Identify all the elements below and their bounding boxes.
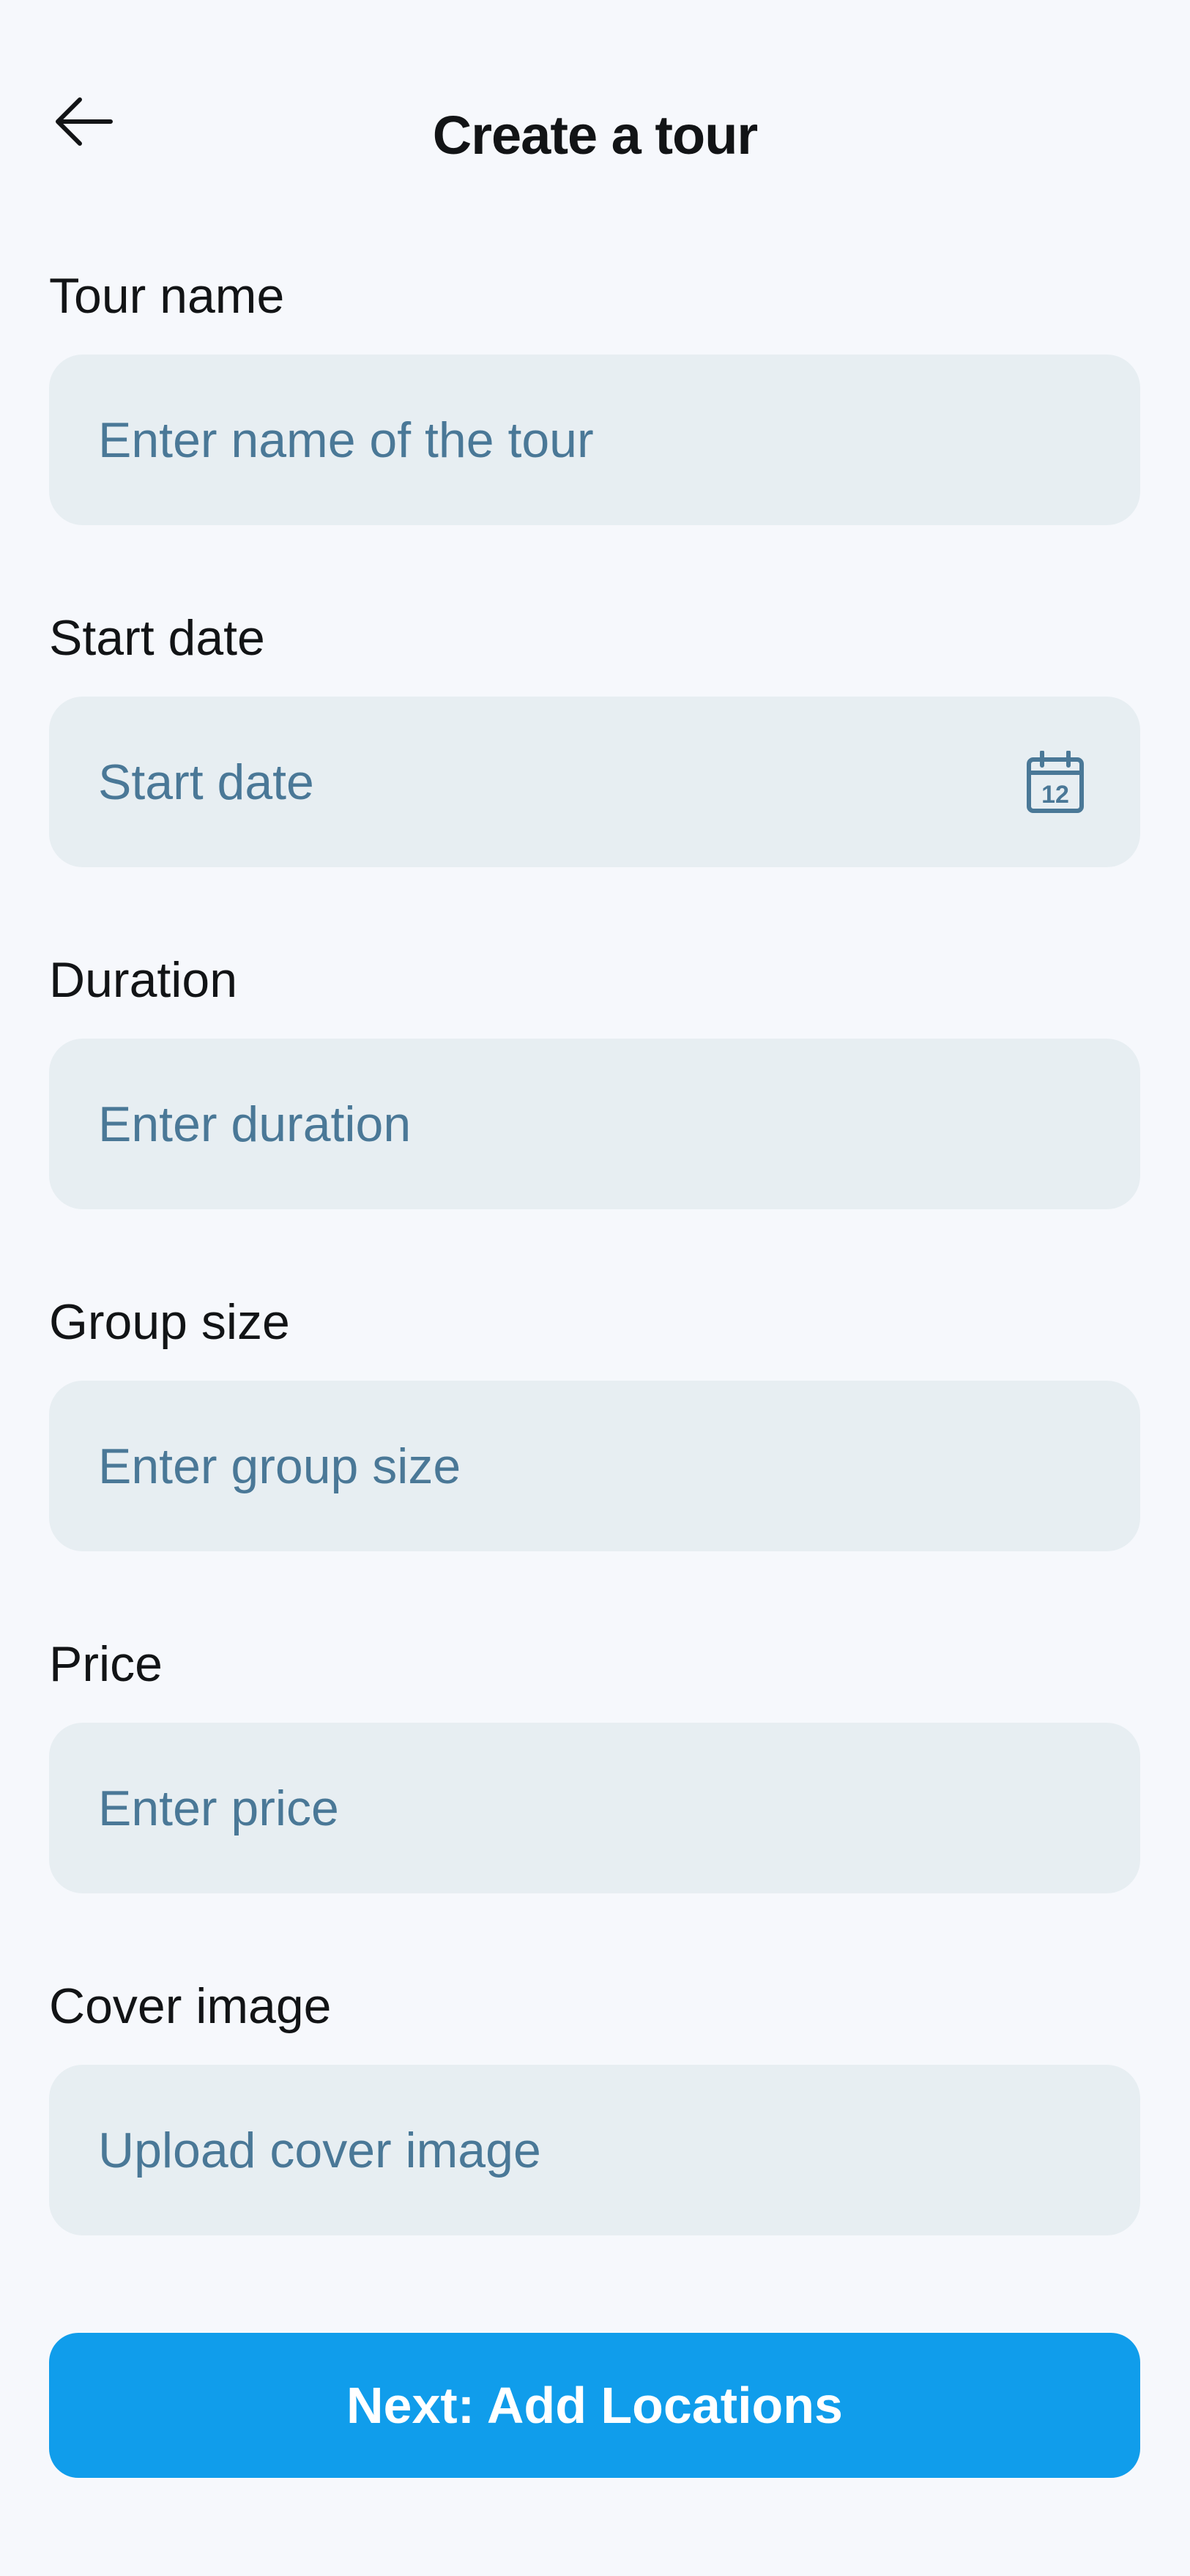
- group-size-placeholder: Enter group size: [98, 1438, 461, 1494]
- cover-image-label: Cover image: [49, 1978, 332, 2034]
- tour-name-placeholder: Enter name of the tour: [98, 412, 594, 468]
- tour-name-input[interactable]: Enter name of the tour: [49, 355, 1140, 525]
- top-app-bar: Create a tour: [0, 0, 1190, 234]
- group-size-input[interactable]: Enter group size: [49, 1381, 1140, 1551]
- cover-image-placeholder: Upload cover image: [98, 2122, 541, 2178]
- tour-name-label: Tour name: [49, 268, 285, 324]
- start-date-placeholder: Start date: [98, 754, 314, 810]
- start-date-label: Start date: [49, 610, 265, 666]
- price-label: Price: [49, 1636, 163, 1692]
- price-placeholder: Enter price: [98, 1780, 339, 1836]
- calendar-day-number: 12: [1041, 781, 1069, 809]
- page-title: Create a tour: [432, 105, 758, 166]
- start-date-input[interactable]: Start date 12: [49, 697, 1140, 867]
- calendar-icon[interactable]: 12: [1026, 751, 1085, 814]
- duration-placeholder: Enter duration: [98, 1096, 412, 1152]
- duration-label: Duration: [49, 952, 238, 1008]
- price-input[interactable]: Enter price: [49, 1723, 1140, 1893]
- duration-input[interactable]: Enter duration: [49, 1039, 1140, 1209]
- next-add-locations-button[interactable]: Next: Add Locations: [49, 2333, 1140, 2478]
- group-size-label: Group size: [49, 1294, 290, 1350]
- cover-image-upload[interactable]: Upload cover image: [49, 2065, 1140, 2235]
